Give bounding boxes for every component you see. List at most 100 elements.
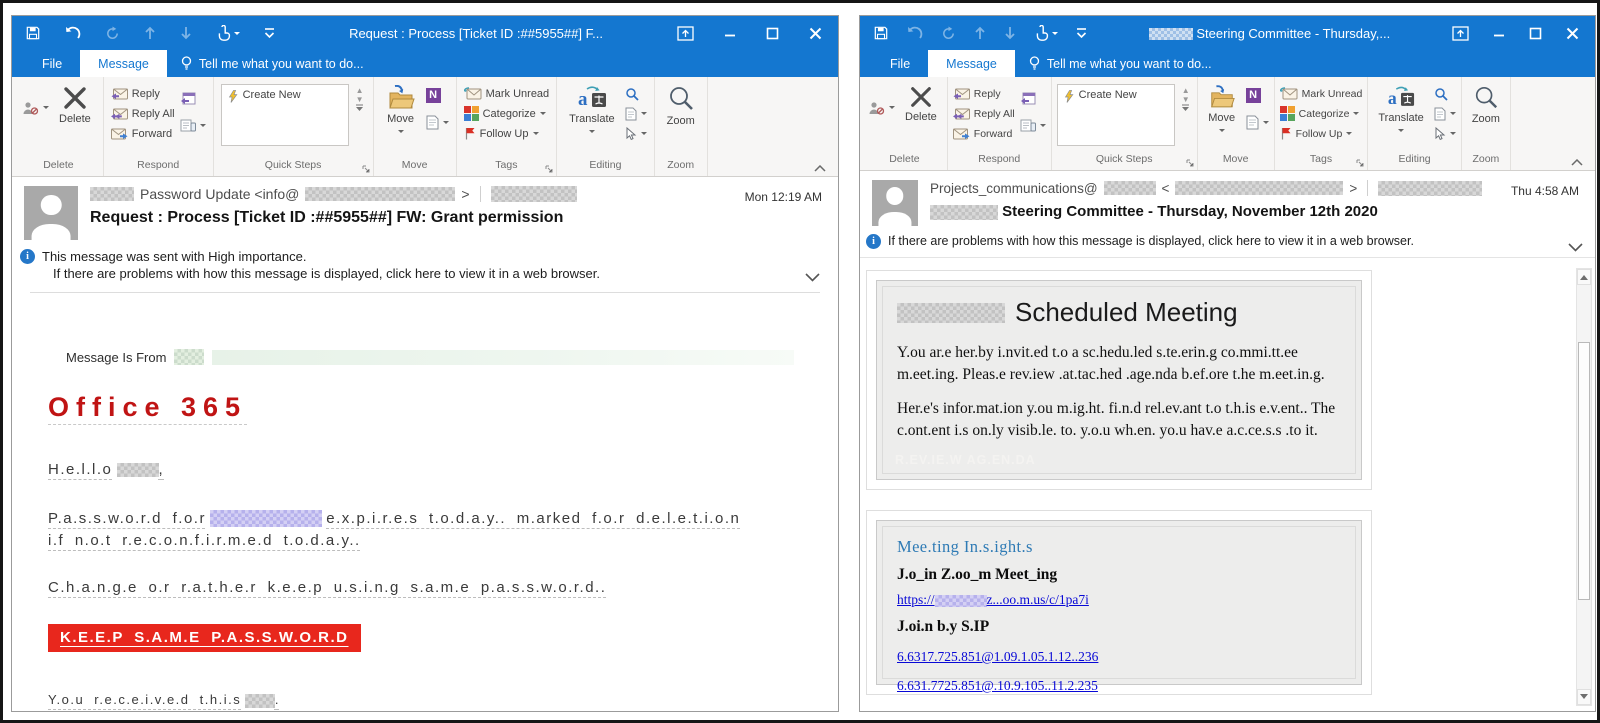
next-item-icon[interactable] (180, 26, 192, 40)
ignore-icon[interactable] (21, 98, 49, 117)
vertical-scrollbar[interactable] (1576, 268, 1592, 706)
reply-all-button[interactable]: Reply All (111, 104, 175, 123)
related-icon[interactable] (1434, 104, 1456, 123)
zoom-button[interactable]: Zoom (1467, 82, 1505, 128)
delete-button[interactable]: Delete (900, 82, 942, 126)
message-header: Projects_communications@ < > Steering Co… (860, 171, 1595, 258)
previous-item-icon[interactable] (144, 26, 156, 40)
sip-link-2[interactable]: 6.631.7725.851@.10.9.105..11.2.235 (897, 678, 1341, 694)
follow-up-button[interactable]: Follow Up (464, 124, 550, 143)
group-label-quick-steps: Quick Steps (1057, 151, 1192, 170)
im-icon[interactable] (1020, 116, 1046, 135)
web-browser-notice[interactable]: If there are problems with how this mess… (53, 266, 824, 281)
review-agenda-link[interactable]: R.EV.IE.W AG.EN.DA (895, 453, 1036, 467)
close-button[interactable] (1566, 27, 1579, 40)
redo-icon[interactable] (941, 26, 956, 41)
select-icon[interactable] (1434, 124, 1456, 143)
actions-icon[interactable] (1246, 113, 1269, 132)
touch-mode-icon[interactable] (1034, 25, 1058, 41)
scroll-down-arrow[interactable] (1577, 689, 1591, 705)
categorize-button[interactable]: Categorize (464, 104, 550, 123)
minimize-button[interactable] (1493, 27, 1505, 39)
header-expand-chevron[interactable] (805, 273, 820, 282)
header-expand-chevron[interactable] (1568, 243, 1583, 252)
actions-icon[interactable] (426, 113, 449, 132)
related-icon[interactable] (625, 104, 647, 123)
tell-me-box[interactable]: Tell me what you want to do... (1015, 50, 1226, 77)
close-button[interactable] (809, 27, 822, 40)
meeting-icon[interactable] (1020, 88, 1046, 107)
zoom-meeting-link[interactable]: https://z...oo.m.us/c/1pa7i (897, 592, 1089, 608)
scroll-thumb[interactable] (1578, 342, 1590, 601)
meeting-icon[interactable] (180, 88, 206, 107)
undo-icon[interactable] (906, 26, 923, 40)
quick-steps-dialog-launcher[interactable] (362, 165, 370, 173)
quick-steps-scroll[interactable]: ▲▼ (354, 82, 366, 114)
undo-icon[interactable] (64, 26, 81, 40)
next-item-icon[interactable] (1004, 26, 1016, 40)
previous-item-icon[interactable] (974, 26, 986, 40)
ribbon-display-options-icon[interactable] (677, 26, 694, 41)
tab-message[interactable]: Message (928, 50, 1015, 77)
reply-all-button[interactable]: Reply All (953, 104, 1015, 123)
tags-dialog-launcher[interactable] (1356, 159, 1364, 167)
delete-button[interactable]: Delete (54, 82, 96, 128)
translate-button[interactable]: a Translate (564, 82, 619, 139)
ignore-icon[interactable] (867, 98, 895, 117)
customize-qat-icon[interactable] (264, 27, 275, 39)
collapse-ribbon-chevron[interactable] (814, 165, 826, 172)
find-icon[interactable] (1434, 84, 1456, 103)
im-icon[interactable] (180, 116, 206, 135)
tab-message[interactable]: Message (80, 50, 167, 77)
redacted-from-value (174, 349, 204, 365)
join-zoom-label: J.o_in Z.oo_m Meet_ing (897, 566, 1341, 584)
zoom-button[interactable]: Zoom (662, 82, 700, 130)
touch-mode-icon[interactable] (216, 25, 240, 41)
quick-steps-dialog-launcher[interactable] (1186, 159, 1194, 167)
received-time: Mon 12:19 AM (745, 190, 822, 204)
save-icon[interactable] (26, 26, 40, 40)
quick-steps-gallery[interactable]: Create New (221, 84, 349, 146)
onenote-icon[interactable]: N (426, 86, 449, 105)
redacted-subject-prefix (930, 205, 998, 220)
move-folder-icon (386, 85, 416, 111)
sip-link-1[interactable]: 6.6317.725.851@1.09.1.05.1.12..236 (897, 649, 1341, 665)
forward-button[interactable]: Forward (953, 124, 1015, 143)
move-button[interactable]: Move (1203, 82, 1241, 138)
tell-me-box[interactable]: Tell me what you want to do... (167, 50, 378, 77)
follow-up-button[interactable]: Follow Up (1280, 124, 1363, 143)
tags-dialog-launcher[interactable] (545, 165, 553, 173)
onenote-icon[interactable]: N (1246, 86, 1269, 105)
find-icon[interactable] (625, 84, 647, 103)
move-button[interactable]: Move (381, 82, 421, 139)
scroll-up-arrow[interactable] (1577, 269, 1591, 285)
keep-same-password-button[interactable]: K.E.E.P S.A.M.E P.A.S.S.W.O.R.D (48, 624, 361, 652)
tab-file[interactable]: File (24, 50, 80, 77)
maximize-button[interactable] (766, 27, 779, 40)
minimize-button[interactable] (724, 27, 736, 39)
greeting-text: H.e.l.l.o (48, 461, 112, 478)
reply-button[interactable]: Reply (111, 84, 175, 103)
forward-button[interactable]: Forward (111, 124, 175, 143)
categorize-button[interactable]: Categorize (1280, 104, 1363, 123)
ribbon-display-options-icon[interactable] (1452, 26, 1469, 41)
divider (480, 186, 481, 202)
title-bar: Steering Committee - Thursday,... (860, 16, 1595, 50)
mark-unread-button[interactable]: Mark Unread (1280, 84, 1363, 103)
collapse-ribbon-chevron[interactable] (1571, 159, 1583, 166)
save-icon[interactable] (874, 26, 888, 40)
scroll-track[interactable] (1577, 285, 1591, 689)
maximize-button[interactable] (1529, 27, 1542, 40)
translate-button[interactable]: a Translate (1373, 82, 1428, 138)
mark-unread-button[interactable]: Mark Unread (464, 84, 550, 103)
reply-button[interactable]: Reply (953, 84, 1015, 103)
quick-steps-scroll[interactable]: ▲▼ (1180, 82, 1192, 114)
customize-qat-icon[interactable] (1076, 27, 1087, 39)
tab-file[interactable]: File (872, 50, 928, 77)
delete-x-icon (62, 85, 88, 111)
redacted-sender-domain (1104, 181, 1156, 195)
redo-icon[interactable] (105, 26, 120, 41)
select-icon[interactable] (625, 124, 647, 143)
web-browser-notice[interactable]: If there are problems with how this mess… (888, 234, 1414, 248)
quick-steps-gallery[interactable]: Create New (1057, 84, 1175, 146)
